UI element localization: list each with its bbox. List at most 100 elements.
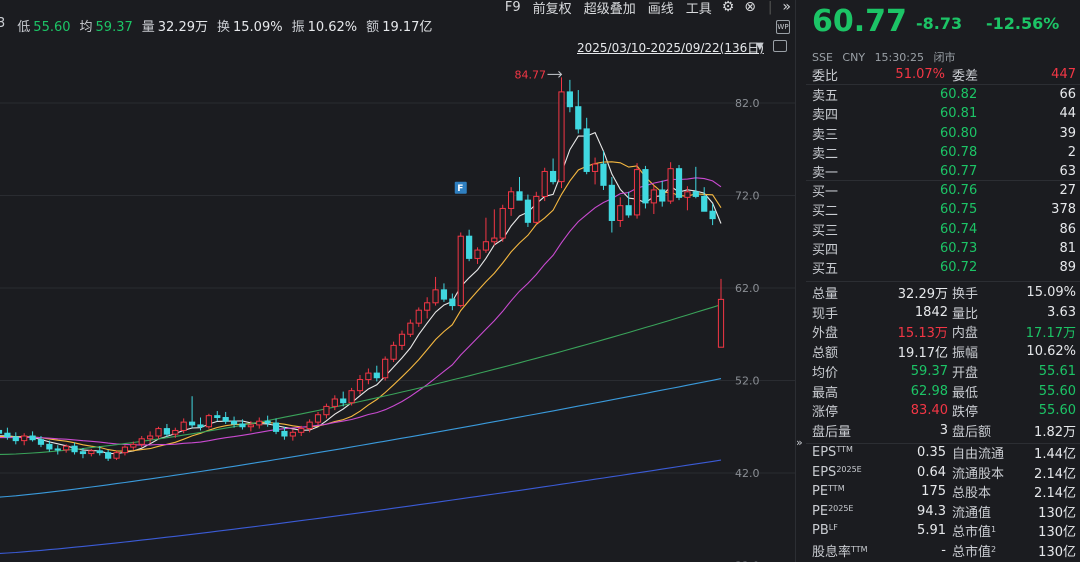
- stat-value: 59.37: [95, 20, 133, 35]
- stat-item: 量 32.29万: [142, 16, 208, 36]
- level-price: 60.72: [940, 260, 978, 276]
- ask-row: 卖一 60.77 63: [812, 162, 1080, 181]
- fundamental-label: 股息率TTM: [812, 541, 892, 560]
- order-diff-value: 447: [1051, 67, 1076, 82]
- fundamental-value: 0.35: [917, 445, 946, 460]
- draw-line-button[interactable]: 画线: [648, 0, 674, 17]
- candle-body: [709, 210, 716, 220]
- candle-body: [642, 169, 649, 204]
- candle-body: [256, 420, 263, 426]
- candle-body: [172, 429, 179, 435]
- level-volume: 39: [1059, 125, 1076, 141]
- level-volume: 81: [1059, 240, 1076, 256]
- toolbar-divider: |: [768, 0, 773, 15]
- candle-body: [29, 435, 36, 441]
- kline-chart-area[interactable]: 82.072.062.052.042.032.084.77F 3低55.60均5…: [0, 0, 795, 562]
- stats-label: 量比: [952, 306, 979, 322]
- candle-body: [197, 424, 204, 428]
- fundamental-label-suffix: 1: [991, 525, 997, 535]
- fundamental-label: 流通股本: [946, 463, 1026, 482]
- fundamental-value: 2.14亿: [1034, 466, 1076, 482]
- close-icon[interactable]: ⊗: [744, 0, 756, 15]
- date-range-selector[interactable]: 2025/03/10-2025/09/22(136日): [577, 39, 764, 56]
- candle-body: [54, 448, 61, 451]
- candle-body: [482, 241, 490, 251]
- candle-body: [667, 168, 674, 202]
- order-ratio-row: 委比 51.07% 委差 447: [812, 65, 1080, 84]
- fundamental-row: PBLF 5.91 总市值1 130亿: [812, 521, 1080, 540]
- stats-row: 总额 19.17亿 振幅 10.62%: [812, 342, 1080, 361]
- candle-body: [457, 235, 464, 307]
- candle-body: [214, 415, 221, 418]
- f9-button[interactable]: F9: [505, 0, 521, 15]
- candle-body: [205, 415, 212, 428]
- stat-value: 19.17亿: [382, 20, 433, 35]
- exchange-label: SSE: [812, 51, 833, 64]
- wp-toggle-icon[interactable]: WP: [776, 20, 790, 34]
- stat-label: 量: [141, 20, 155, 35]
- window-icon[interactable]: [773, 40, 787, 52]
- stats-value: 32.29万: [897, 287, 948, 302]
- stats-label: 振幅: [952, 346, 979, 362]
- candle-body: [474, 249, 481, 259]
- fundamental-value: 2.14亿: [1034, 486, 1076, 502]
- gear-icon[interactable]: ⚙: [722, 0, 735, 15]
- event-marker-label: F: [457, 184, 463, 194]
- super-overlay-button[interactable]: 超级叠加: [584, 0, 636, 17]
- fundamental-label-text: 总市值: [952, 545, 992, 560]
- double-chevron-right-icon[interactable]: »: [782, 0, 791, 15]
- fundamental-label-text: 自由流通: [952, 447, 1005, 462]
- bid-row: 买二 60.75 378: [812, 200, 1080, 219]
- candle-body: [113, 452, 120, 459]
- stats-row: 现手 1842 量比 3.63: [812, 303, 1080, 322]
- level-name: 卖一: [812, 166, 839, 182]
- level-volume: 378: [1051, 202, 1076, 218]
- ma-line-ma250: [0, 459, 722, 555]
- divider-line: [806, 443, 1080, 444]
- candle-body: [340, 398, 347, 404]
- candle-body: [499, 207, 506, 239]
- fundamental-row: EPS2025E 0.64 流通股本 2.14亿: [812, 463, 1080, 482]
- candle-body: [264, 420, 271, 424]
- ma-line-ma5: [0, 131, 722, 455]
- candle-body: [373, 372, 380, 379]
- fundamental-row: PE2025E 94.3 流通值 130亿: [812, 502, 1080, 521]
- stats-value: 3: [939, 422, 948, 438]
- candle-body: [516, 191, 523, 201]
- candle-body: [583, 128, 590, 172]
- bid-row: 买三 60.74 86: [812, 220, 1080, 239]
- stat-item: 额 19.17亿: [366, 16, 432, 36]
- fundamental-value: 94.3: [917, 503, 946, 519]
- candle-body: [625, 205, 632, 216]
- triangle-down-icon[interactable]: ▼: [756, 41, 764, 52]
- candle-body: [272, 422, 280, 432]
- candle-body: [298, 428, 305, 433]
- stat-label: 额: [366, 20, 380, 35]
- candle-body: [365, 372, 372, 381]
- kline-chart[interactable]: 82.072.062.052.042.032.084.77F: [0, 0, 795, 562]
- stats-label: 涨停: [812, 405, 839, 421]
- fundamental-value: 5.91: [917, 523, 946, 539]
- fundamental-label-suffix: TTM: [836, 445, 853, 454]
- candle-body: [188, 421, 196, 426]
- collapse-panel-icon[interactable]: »: [796, 436, 803, 449]
- price-adjust-button[interactable]: 前复权: [533, 0, 572, 17]
- candle-body: [541, 170, 548, 197]
- price-change-pct: -12.56%: [986, 14, 1060, 33]
- stat-item: 均 59.37: [80, 16, 133, 36]
- candle-body: [390, 344, 397, 360]
- candle-body: [230, 420, 238, 425]
- chart-toolbar: F9 前复权 超级叠加 画线 工具 ⚙ ⊗ | »: [493, 0, 791, 17]
- y-tick-label: 82.0: [735, 97, 760, 110]
- stats-row: 涨停 83.40 跌停 55.60: [812, 401, 1080, 420]
- candle-body: [491, 237, 498, 243]
- candle-body: [717, 298, 725, 348]
- fundamental-label-text: 总股本: [952, 486, 992, 502]
- candle-body: [659, 189, 666, 202]
- stats-row: 总量 32.29万 换手 15.09%: [812, 283, 1080, 302]
- stats-value: 15.13万: [897, 326, 948, 342]
- level-price: 60.75: [940, 202, 978, 218]
- fundamental-label-suffix: 2025E: [828, 503, 854, 513]
- tools-button[interactable]: 工具: [686, 0, 712, 17]
- stat-item: 3: [0, 16, 8, 36]
